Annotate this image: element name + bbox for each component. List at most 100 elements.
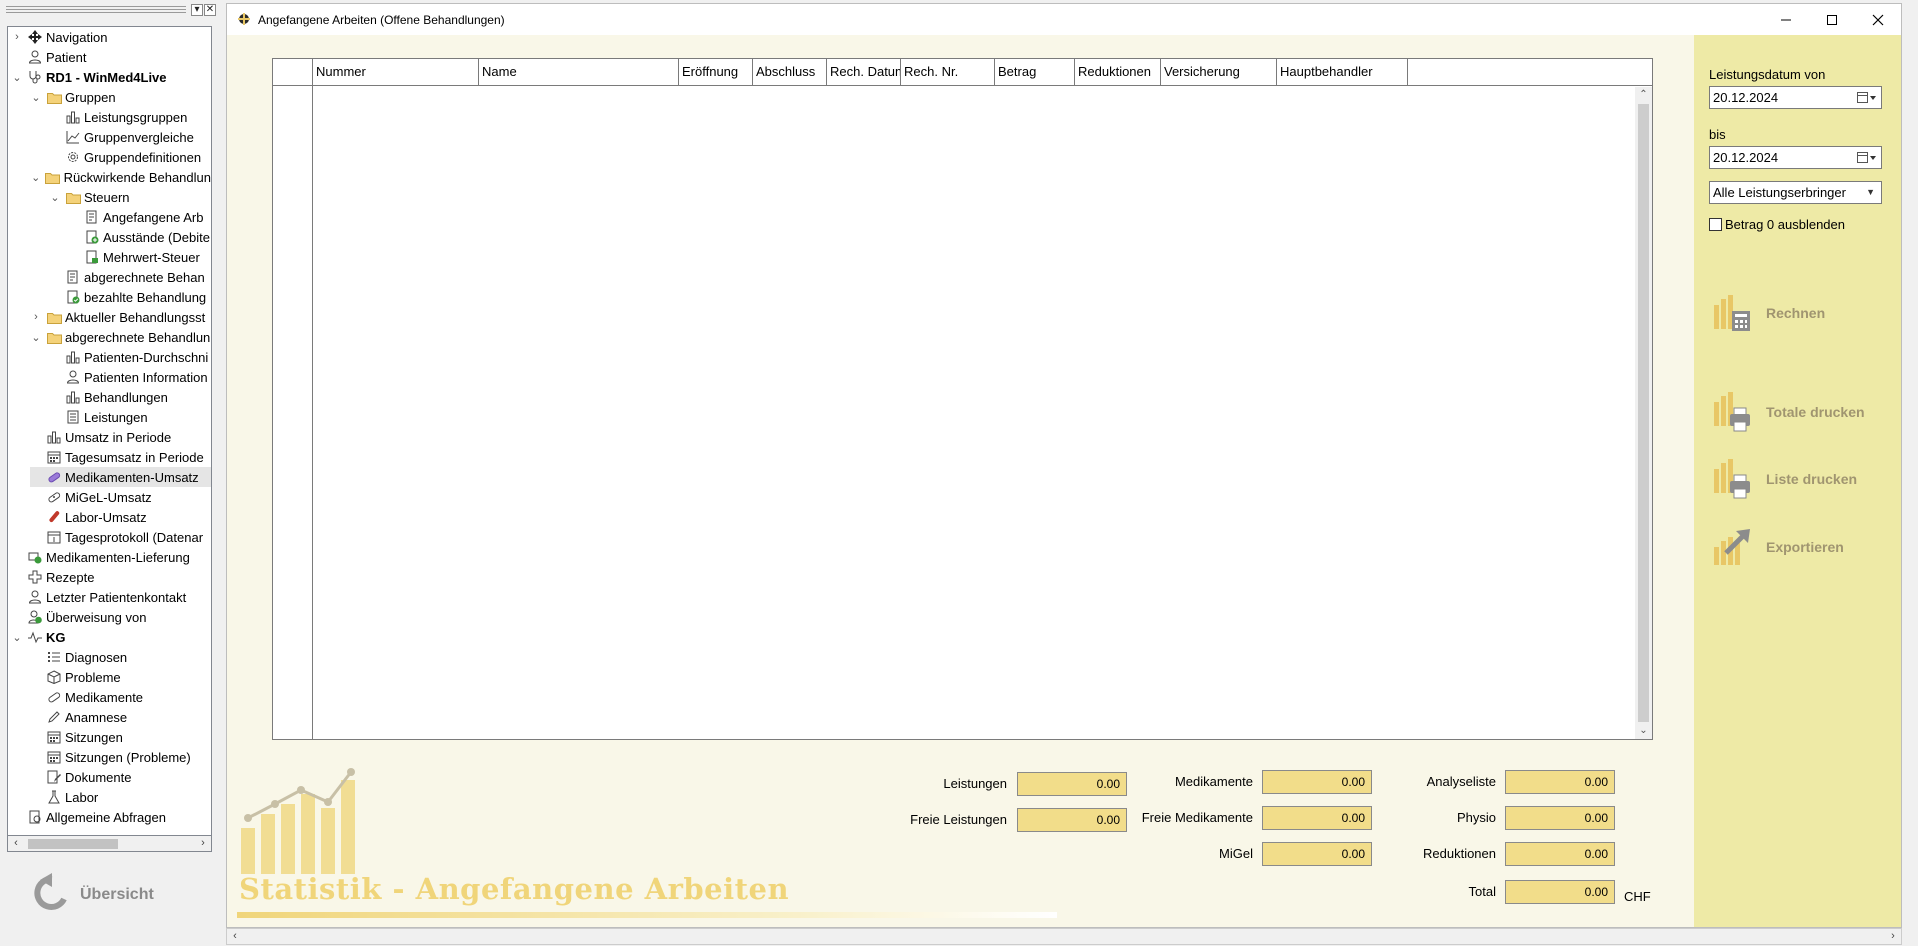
maximize-button[interactable] xyxy=(1809,4,1855,35)
nav-item-gruppendefinitionen[interactable]: Gruppendefinitionen xyxy=(49,147,211,167)
export-button[interactable]: Exportieren xyxy=(1712,527,1844,567)
scroll-up-icon[interactable]: ⌃ xyxy=(1635,87,1652,103)
nav-item-behandlungen[interactable]: Behandlungen xyxy=(49,387,211,407)
column-header[interactable]: Reduktionen xyxy=(1075,59,1161,85)
chevron-down-icon[interactable]: ⌄ xyxy=(11,71,23,84)
calendar-dropdown-icon[interactable] xyxy=(1857,150,1877,165)
pane-close-icon[interactable]: ✕ xyxy=(204,4,216,16)
column-header[interactable]: Betrag xyxy=(995,59,1075,85)
overview-button[interactable]: Übersicht xyxy=(34,872,154,918)
nav-item-rezepte[interactable]: Rezepte xyxy=(11,567,211,587)
nav-item-patienten-durchschni[interactable]: Patienten-Durchschni xyxy=(49,347,211,367)
calendar-dropdown-icon[interactable] xyxy=(1857,90,1877,105)
nav-item-label: Sitzungen (Probleme) xyxy=(65,749,191,765)
nav-item-abgerechnete-behandlun[interactable]: ⌄ abgerechnete Behandlun xyxy=(30,327,211,347)
nav-item-leistungsgruppen[interactable]: Leistungsgruppen xyxy=(49,107,211,127)
nav-item-sitzungen-probleme[interactable]: Sitzungen (Probleme) xyxy=(30,747,211,767)
chevron-right-icon[interactable]: › xyxy=(11,31,23,43)
minimize-button[interactable] xyxy=(1763,4,1809,35)
nav-item-leistungen[interactable]: Leistungen xyxy=(49,407,211,427)
window-horizontal-scrollbar[interactable]: ‹ › xyxy=(226,928,1902,945)
chevron-down-icon[interactable]: ⌄ xyxy=(30,91,42,104)
folder-icon xyxy=(46,329,62,345)
calculate-button[interactable]: Rechnen xyxy=(1712,293,1825,333)
window-titlebar[interactable]: Angefangene Arbeiten (Offene Behandlunge… xyxy=(227,4,1901,35)
nav-item-abgerechnete-behan[interactable]: abgerechnete Behan xyxy=(49,267,211,287)
scroll-right-icon[interactable]: › xyxy=(1885,929,1901,944)
heartbeat-icon xyxy=(27,629,43,645)
nav-item-anamnese[interactable]: Anamnese xyxy=(30,707,211,727)
chevron-down-icon: ▼ xyxy=(1866,187,1875,197)
chevron-right-icon[interactable]: › xyxy=(30,311,42,323)
pencil-icon xyxy=(46,709,62,725)
scroll-right-icon[interactable]: › xyxy=(195,836,211,851)
chevron-down-icon[interactable]: ⌄ xyxy=(30,171,41,184)
nav-item-label: Gruppendefinitionen xyxy=(84,149,202,165)
total-label: Reduktionen xyxy=(1423,846,1496,861)
provider-value: Alle Leistungserbringer xyxy=(1713,185,1846,200)
print-list-button[interactable]: Liste drucken xyxy=(1712,459,1857,499)
scroll-down-icon[interactable]: ⌄ xyxy=(1635,723,1652,739)
nav-item-dokumente[interactable]: Dokumente xyxy=(30,767,211,787)
nav-item-tagesprotokoll-datenar[interactable]: Tagesprotokoll (Datenar xyxy=(30,527,211,547)
nav-item-gruppen[interactable]: ⌄ Gruppen xyxy=(30,87,211,107)
table-vertical-scrollbar[interactable]: ⌃ ⌄ xyxy=(1635,87,1652,739)
column-header[interactable]: Rech. Datum xyxy=(827,59,901,85)
results-table[interactable]: Nummer Name Eröffnung Abschluss Rech. Datum R… xyxy=(272,58,1653,740)
nav-item-labor-umsatz[interactable]: Labor-Umsatz xyxy=(30,507,211,527)
nav-item-rd1-winmed4live[interactable]: ⌄ RD1 - WinMed4Live xyxy=(11,67,211,87)
nav-item-probleme[interactable]: Probleme xyxy=(30,667,211,687)
nav-item-migel-umsatz[interactable]: MiGeL-Umsatz xyxy=(30,487,211,507)
nav-item-angefangene-arb[interactable]: Angefangene Arb xyxy=(68,207,211,227)
column-header[interactable]: Eröffnung xyxy=(679,59,753,85)
checkbox-box[interactable] xyxy=(1709,218,1722,231)
date-from-field[interactable]: 20.12.2024 xyxy=(1709,86,1882,109)
print-totals-button[interactable]: Totale drucken xyxy=(1712,392,1865,432)
column-header[interactable]: Versicherung xyxy=(1161,59,1277,85)
nav-item-medikamenten-lieferung[interactable]: Medikamenten-Lieferung xyxy=(11,547,211,567)
nav-item-gruppenvergleiche[interactable]: Gruppenvergleiche xyxy=(49,127,211,147)
nav-item-patienten-information[interactable]: Patienten Information xyxy=(49,367,211,387)
nav-item-bezahlte-behandlung[interactable]: bezahlte Behandlung xyxy=(49,287,211,307)
column-header[interactable]: Name xyxy=(479,59,679,85)
column-header[interactable]: Nummer xyxy=(313,59,479,85)
scroll-left-icon[interactable]: ‹ xyxy=(8,836,24,851)
nav-item-label: Patient xyxy=(46,49,87,65)
close-button[interactable] xyxy=(1855,4,1901,35)
nav-item-mehrwert-steuer[interactable]: Mehrwert-Steuer xyxy=(68,247,211,267)
nav-item-überweisung-von[interactable]: Überweisung von xyxy=(11,607,211,627)
chevron-down-icon[interactable]: ⌄ xyxy=(49,191,61,204)
column-header[interactable]: Abschluss xyxy=(753,59,827,85)
provider-select[interactable]: Alle Leistungserbringer ▼ xyxy=(1709,181,1882,204)
nav-item-diagnosen[interactable]: Diagnosen xyxy=(30,647,211,667)
scroll-left-icon[interactable]: ‹ xyxy=(227,929,243,944)
nav-item-patient[interactable]: Patient xyxy=(11,47,211,67)
column-header[interactable]: Rech. Nr. xyxy=(901,59,995,85)
nav-item-allgemeine-abfragen[interactable]: Allgemeine Abfragen xyxy=(11,807,211,827)
nav-item-medikamenten-umsatz[interactable]: Medikamenten-Umsatz xyxy=(30,467,211,487)
tree-horizontal-scrollbar[interactable]: ‹ › xyxy=(7,835,212,852)
hide-zero-checkbox[interactable]: Betrag 0 ausblenden xyxy=(1709,217,1845,232)
date-to-field[interactable]: 20.12.2024 xyxy=(1709,146,1882,169)
nav-item-kg[interactable]: ⌄ KG xyxy=(11,627,211,647)
nav-item-umsatz-in-periode[interactable]: Umsatz in Periode xyxy=(30,427,211,447)
column-header[interactable]: Hauptbehandler xyxy=(1277,59,1408,85)
scroll-thumb[interactable] xyxy=(28,839,118,849)
nav-item-navigation[interactable]: › Navigation xyxy=(11,27,211,47)
nav-item-aktueller-behandlungsst[interactable]: › Aktueller Behandlungsst xyxy=(30,307,211,327)
nav-item-letzter-patientenkontakt[interactable]: Letzter Patientenkontakt xyxy=(11,587,211,607)
pane-dropdown-icon[interactable]: ▾ xyxy=(191,4,203,16)
nav-item-tagesumsatz-in-periode[interactable]: Tagesumsatz in Periode xyxy=(30,447,211,467)
nav-item-steuern[interactable]: ⌄ Steuern xyxy=(49,187,211,207)
nav-item-medikamente[interactable]: Medikamente xyxy=(30,687,211,707)
column-header[interactable] xyxy=(1408,59,1636,85)
scroll-thumb[interactable] xyxy=(1638,104,1649,722)
drag-grip[interactable] xyxy=(6,6,186,15)
nav-item-sitzungen[interactable]: Sitzungen xyxy=(30,727,211,747)
nav-item-rückwirkende-behandlun[interactable]: ⌄ Rückwirkende Behandlun xyxy=(30,167,211,187)
nav-item-labor[interactable]: Labor xyxy=(30,787,211,807)
chevron-down-icon[interactable]: ⌄ xyxy=(30,331,42,344)
bar-chart-icon xyxy=(65,109,81,125)
nav-item-ausstände-debite[interactable]: Ausstände (Debite xyxy=(68,227,211,247)
chevron-down-icon[interactable]: ⌄ xyxy=(11,631,23,644)
